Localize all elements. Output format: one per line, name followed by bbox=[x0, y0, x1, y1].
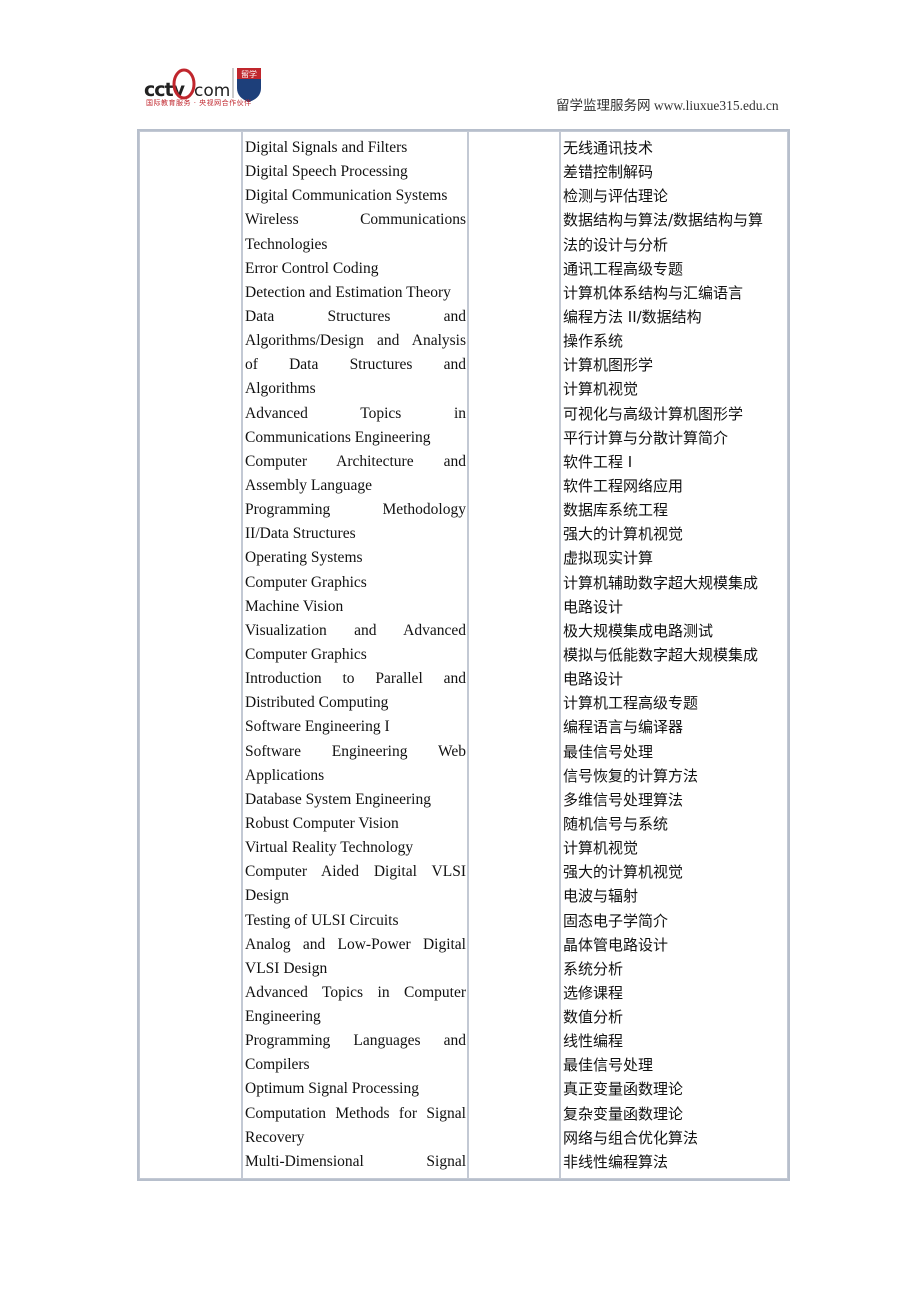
site-label: 留学监理服务网 www.liuxue315.edu.cn bbox=[556, 98, 779, 113]
english-course-line: Optimum Signal Processing bbox=[245, 1080, 419, 1098]
english-course-line: Algorithms/Design and Analysis bbox=[245, 332, 466, 350]
english-course-line: Programming Languages and bbox=[245, 1032, 466, 1050]
chinese-course-line: 强大的计算机视觉 bbox=[563, 525, 684, 544]
english-course-line: Machine Vision bbox=[245, 597, 344, 615]
english-course-line: Computer Graphics bbox=[245, 573, 367, 591]
english-course-line: Testing of ULSI Circuits bbox=[245, 911, 399, 929]
english-course-line: Virtual Reality Technology bbox=[245, 839, 414, 857]
english-course-line: Digital Communication Systems bbox=[245, 187, 448, 205]
chinese-course-line: 电波与辐射 bbox=[563, 887, 639, 906]
logo-subtitle: 国际教育服务 · 央视网合作伙伴 bbox=[146, 99, 252, 107]
english-course-line: II/Data Structures bbox=[245, 525, 356, 543]
english-course-line: Applications bbox=[245, 766, 325, 784]
english-course-line: Multi-Dimensional Signal bbox=[245, 1152, 466, 1170]
chinese-course-line: 选修课程 bbox=[563, 983, 624, 1002]
english-course-line: Programming Methodology bbox=[245, 501, 466, 519]
chinese-course-line: 计算机工程高级专题 bbox=[563, 694, 699, 713]
svg-text:留学: 留学 bbox=[241, 69, 257, 79]
chinese-course-line: 信号恢复的计算方法 bbox=[563, 766, 699, 785]
english-course-line: Wireless Communications bbox=[245, 211, 466, 229]
chinese-course-line: 计算机图形学 bbox=[563, 356, 654, 375]
chinese-course-line: 计算机体系结构与汇编语言 bbox=[563, 283, 744, 302]
chinese-course-line: 操作系统 bbox=[563, 332, 624, 351]
english-course-line: Engineering bbox=[245, 1008, 321, 1026]
english-course-line: Computer Aided Digital VLSI bbox=[245, 863, 466, 881]
chinese-course-line: 晶体管电路设计 bbox=[563, 935, 669, 954]
english-course-line: Database System Engineering bbox=[245, 790, 431, 808]
empty-cell bbox=[468, 131, 560, 1180]
english-course-line: Digital Speech Processing bbox=[245, 163, 408, 181]
chinese-course-line: 真正变量函数理论 bbox=[563, 1080, 684, 1099]
english-course-line: Recovery bbox=[245, 1128, 305, 1146]
chinese-course-line: 计算机视觉 bbox=[563, 380, 639, 399]
english-course-line: Advanced Topics in bbox=[245, 404, 466, 422]
chinese-course-line: 法的设计与分析 bbox=[563, 235, 669, 254]
english-course-line: Data Structures and bbox=[245, 307, 466, 325]
english-course-line: Visualization and Advanced bbox=[245, 621, 466, 639]
chinese-course-line: 计算机辅助数字超大规模集成 bbox=[563, 573, 759, 592]
english-course-line: Computation Methods for Signal bbox=[245, 1104, 466, 1122]
english-course-line: Robust Computer Vision bbox=[245, 814, 399, 832]
chinese-course-line: 网络与组合优化算法 bbox=[563, 1128, 699, 1147]
chinese-course-line: 软件工程 I bbox=[563, 452, 633, 471]
chinese-course-line: 模拟与低能数字超大规模集成 bbox=[563, 645, 759, 664]
chinese-course-line: 计算机视觉 bbox=[563, 839, 639, 858]
english-course-line: Communications Engineering bbox=[245, 428, 431, 446]
chinese-course-line: 电路设计 bbox=[563, 670, 624, 689]
english-course-line: Software Engineering Web bbox=[245, 742, 466, 760]
english-course-line: Digital Signals and Filters bbox=[245, 139, 408, 156]
chinese-course-line: 数据结构与算法/数据结构与算 bbox=[563, 211, 764, 230]
chinese-course-line: 最佳信号处理 bbox=[563, 1056, 654, 1075]
english-course-line: Technologies bbox=[245, 235, 328, 253]
chinese-course-line: 可视化与高级计算机图形学 bbox=[563, 404, 744, 423]
english-course-line: VLSI Design bbox=[245, 959, 328, 977]
chinese-course-line: 系统分析 bbox=[563, 959, 624, 978]
chinese-course-line: 极大规模集成电路测试 bbox=[563, 621, 714, 640]
chinese-course-line: 数据库系统工程 bbox=[563, 501, 669, 520]
chinese-course-line: 最佳信号处理 bbox=[563, 742, 654, 761]
chinese-course-line: 多维信号处理算法 bbox=[563, 790, 684, 809]
empty-cell bbox=[139, 131, 242, 1180]
english-course-line: Compilers bbox=[245, 1056, 310, 1074]
chinese-course-cell: 无线通讯技术 差错控制解码 检测与评估理论数据结构与算法/数据结构与算 法的设计与分析… bbox=[560, 131, 788, 1180]
english-course-line: Detection and Estimation Theory bbox=[245, 283, 451, 301]
english-course-cell: Digital Signals and Filters Digital Speec… bbox=[242, 131, 468, 1180]
chinese-course-line: 编程语言与编译器 bbox=[563, 718, 684, 737]
english-course-line: of Data Structures and bbox=[245, 356, 466, 374]
table-row: Digital Signals and Filters Digital Speec… bbox=[139, 131, 788, 1180]
chinese-course-line: 虚拟现实计算 bbox=[563, 549, 654, 568]
english-course-line: Advanced Topics in Computer bbox=[245, 983, 466, 1001]
chinese-course-line: 软件工程网络应用 bbox=[563, 476, 684, 495]
english-course-line: Software Engineering I bbox=[245, 718, 390, 736]
english-course-line: Computer Architecture and bbox=[245, 452, 466, 470]
english-course-line: Analog and Low-Power Digital bbox=[245, 935, 466, 953]
english-course-line: Design bbox=[245, 887, 289, 905]
chinese-course-line: 强大的计算机视觉 bbox=[563, 863, 684, 882]
chinese-course-line: 复杂变量函数理论 bbox=[563, 1104, 684, 1123]
english-course-line: Distributed Computing bbox=[245, 694, 389, 712]
chinese-course-line: 数值分析 bbox=[563, 1008, 624, 1027]
chinese-course-line: 电路设计 bbox=[563, 597, 624, 616]
chinese-course-line: 通讯工程高级专题 bbox=[563, 259, 684, 278]
chinese-course-line: 差错控制解码 bbox=[563, 163, 654, 182]
english-course-line: Operating Systems bbox=[245, 549, 363, 567]
chinese-course-line: 无线通讯技术 bbox=[563, 139, 654, 157]
chinese-course-line: 固态电子学简介 bbox=[563, 911, 669, 930]
english-course-line: Assembly Language bbox=[245, 476, 372, 494]
english-course-line: Error Control Coding bbox=[245, 259, 379, 277]
chinese-course-line: 检测与评估理论 bbox=[563, 187, 669, 206]
course-table: Digital Signals and Filters Digital Speec… bbox=[137, 129, 790, 1182]
chinese-course-line: 非线性编程算法 bbox=[563, 1152, 669, 1171]
english-course-line: Computer Graphics bbox=[245, 645, 367, 663]
english-course-line: Algorithms bbox=[245, 380, 316, 398]
chinese-course-line: 随机信号与系统 bbox=[563, 814, 669, 833]
english-course-line: Introduction to Parallel and bbox=[245, 670, 466, 688]
chinese-course-line: 平行计算与分散计算简介 bbox=[563, 428, 729, 447]
chinese-course-line: 编程方法 II/数据结构 bbox=[563, 307, 702, 326]
chinese-course-line: 线性编程 bbox=[563, 1032, 624, 1051]
